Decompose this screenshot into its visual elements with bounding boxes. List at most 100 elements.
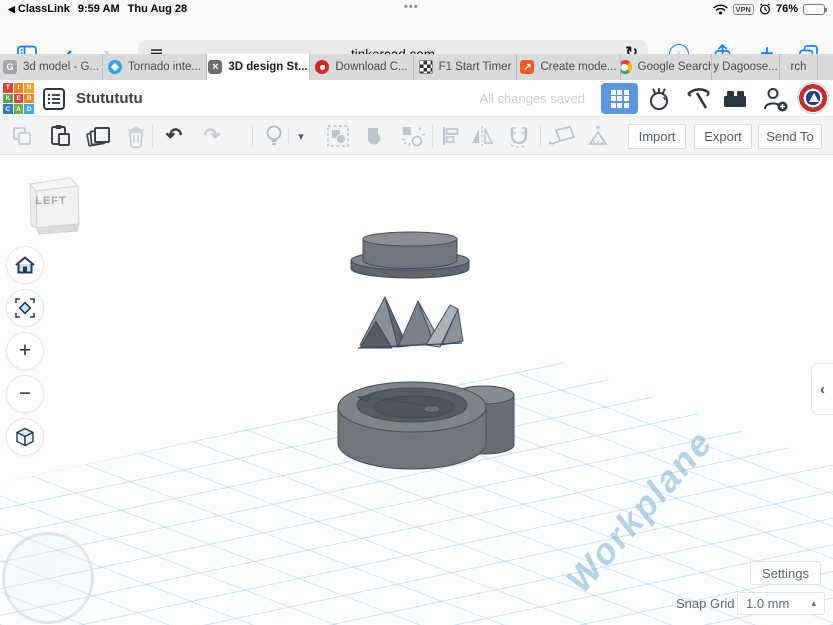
tab-download[interactable]: Download C... (310, 54, 414, 80)
perspective-cube-icon (16, 427, 34, 447)
delete-button[interactable] (122, 123, 150, 149)
tab-favicon (108, 60, 123, 74)
toolbar-separator (152, 125, 153, 147)
workplane-tool-button[interactable] (548, 123, 576, 149)
tab-google-search[interactable]: Google Search (621, 54, 712, 80)
status-date: Thu Aug 28 (127, 3, 188, 15)
redo-icon: ↷ (203, 125, 221, 147)
grid-icon (610, 89, 629, 108)
tab-rch[interactable]: rch (780, 54, 818, 80)
plus-icon: + (18, 339, 32, 362)
tab-favicon-checkered-flag-icon (418, 60, 433, 74)
safari-toolbar: ‹ › tinkercad.com ↻ ↓ + (0, 18, 833, 68)
logo-letter: R (24, 93, 34, 104)
ungroup-all-button[interactable] (398, 123, 426, 149)
snap-grid-dropdown[interactable]: 1.0 mm ▴ (737, 592, 825, 615)
notes-button[interactable] (260, 123, 288, 149)
magnet-snap-button[interactable] (506, 123, 534, 149)
logo-letter: D (24, 104, 34, 114)
design-menu-icon[interactable] (42, 87, 66, 111)
toolbar-separator (288, 128, 289, 144)
tab-label: Create mode... (540, 61, 617, 73)
tab-label: 3D design St... (228, 61, 308, 73)
align-button[interactable] (438, 123, 462, 149)
workplane[interactable] (0, 362, 833, 625)
tab-close-icon[interactable]: × (208, 60, 223, 74)
tab-3d-design-active[interactable]: × 3D design St... (207, 54, 310, 80)
logo-letter: E (13, 93, 24, 104)
zoom-in-button[interactable]: + (6, 332, 44, 370)
fit-view-button[interactable] (6, 289, 44, 327)
add-person-icon (764, 88, 788, 112)
shapes-panel-handle[interactable]: ‹ (811, 363, 833, 415)
duplicate-button[interactable] (84, 123, 112, 149)
tab-3d-model[interactable]: G 3d model - G... (0, 54, 103, 80)
send-to-button[interactable]: Send To (758, 124, 822, 149)
blocks-export-button[interactable] (683, 85, 713, 113)
tab-dagoose[interactable]: y Dagoose... (712, 54, 780, 80)
tab-label: Google Search (637, 61, 712, 73)
caret-up-icon: ▴ (811, 598, 816, 608)
sim-lab-button[interactable] (644, 85, 674, 113)
toolbar-separator (252, 125, 253, 147)
undo-button[interactable]: ↶ (160, 123, 188, 149)
home-icon (15, 256, 35, 274)
tinkercad-header: T I N K E R C A D Stutututu All changes … (0, 80, 833, 117)
fit-view-icon (15, 298, 35, 318)
import-button[interactable]: Import (628, 124, 686, 149)
caret-down-icon: ▾ (298, 130, 304, 143)
toolbar-separator (540, 125, 541, 147)
group-button[interactable] (324, 123, 352, 149)
export-button[interactable]: Export (694, 124, 752, 149)
editor-toolbar: ↶ ↷ ▾ Import Export Send To (0, 117, 833, 155)
tab-favicon: ↗ (520, 60, 535, 74)
ios-status-bar: ◀ ClassLink 9:59 AM Thu Aug 28 ••• VPN 7… (0, 0, 833, 18)
panel-chevron-icon: ‹ (820, 380, 825, 398)
view-cube-face-label[interactable]: LEFT (20, 195, 82, 207)
undo-icon: ↶ (165, 125, 183, 147)
editor-3d-view-button[interactable] (601, 83, 638, 114)
bricks-export-button[interactable] (720, 85, 750, 113)
collaborate-button[interactable] (760, 85, 790, 113)
tab-favicon-google-icon (621, 60, 632, 74)
back-triangle-icon: ◀ (8, 3, 15, 14)
settings-button[interactable]: Settings (750, 561, 821, 585)
viewport-3d[interactable]: Workplane LEFT + − ‹ Settings Snap Grid … (0, 155, 833, 625)
paste-button[interactable] (46, 123, 74, 149)
apple-icon (650, 88, 668, 110)
save-status: All changes saved (479, 91, 585, 106)
mirror-button[interactable] (468, 123, 496, 149)
tab-label: F1 Start Timer (438, 61, 512, 73)
tinkercad-logo[interactable]: T I N K E R C A D (3, 83, 34, 114)
browser-tab-bar: G 3d model - G... Tornado inte... × 3D d… (0, 54, 833, 80)
redo-button[interactable]: ↷ (198, 123, 226, 149)
ruler-tool-button[interactable] (584, 123, 612, 149)
design-title[interactable]: Stutututu (76, 90, 143, 107)
snap-grid-label: Snap Grid (676, 596, 735, 611)
tab-tornado[interactable]: Tornado inte... (103, 54, 207, 80)
tab-f1-timer[interactable]: F1 Start Timer (414, 54, 517, 80)
battery-icon (803, 3, 827, 15)
shape-hat[interactable] (350, 231, 470, 279)
copy-button[interactable] (8, 123, 36, 149)
tab-label: y Dagoose... (713, 61, 778, 73)
home-view-button[interactable] (6, 246, 44, 284)
navigation-puck[interactable] (2, 532, 94, 624)
back-app-label: ClassLink (17, 3, 70, 15)
alarm-clock-icon (759, 3, 770, 15)
tab-create-mode[interactable]: ↗ Create mode... (517, 54, 621, 80)
logo-letter: T (3, 83, 13, 93)
perspective-toggle-button[interactable] (6, 418, 44, 456)
pickaxe-icon (687, 88, 710, 109)
avatar-emblem (809, 93, 819, 102)
clock-time: 9:59 AM (77, 3, 120, 15)
tinkercad-editor-screen: { "status_bar": { "back_to_app": "ClassL… (0, 0, 833, 625)
notes-dropdown-button[interactable]: ▾ (292, 123, 310, 149)
shape-spikes[interactable] (357, 296, 464, 349)
user-avatar[interactable] (797, 82, 829, 114)
back-to-app-link[interactable]: ◀ ClassLink (8, 3, 70, 15)
ungroup-button[interactable] (362, 123, 390, 149)
zoom-out-button[interactable]: − (6, 375, 44, 413)
multitasking-dots-icon[interactable]: ••• (404, 1, 419, 13)
tab-sliver[interactable] (818, 54, 833, 80)
